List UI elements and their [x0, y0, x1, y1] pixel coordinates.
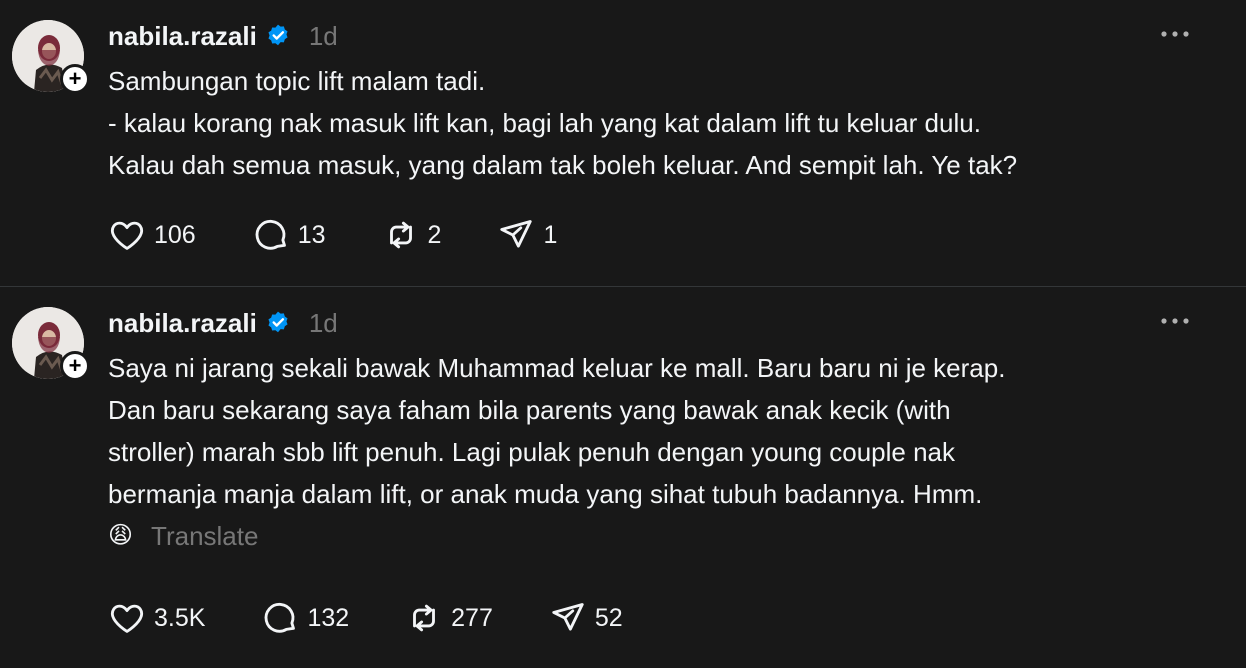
post-text-line: Sambungan topic lift malam tadi.	[108, 66, 486, 96]
like-count: 3.5K	[154, 603, 206, 632]
like-button[interactable]: 106	[108, 216, 196, 254]
reply-button[interactable]: 13	[252, 216, 326, 254]
repost-icon	[413, 604, 436, 632]
post-header: nabila.razali 1d	[108, 303, 338, 343]
username[interactable]: nabila.razali	[108, 308, 257, 339]
verified-badge-icon	[268, 24, 288, 46]
reply-button[interactable]: 132	[261, 599, 349, 637]
post-body: Sambungan topic lift malam tadi. - kalau…	[108, 60, 1218, 186]
avatar-container[interactable]: +	[12, 307, 90, 381]
post: + nabila.razali 1d Saya ni jarang sekali…	[0, 287, 1246, 668]
translate-row: 😩 Translate	[108, 515, 1218, 557]
verified-badge-icon	[268, 311, 288, 333]
post-time: 1d	[308, 20, 338, 51]
share-button[interactable]: 52	[549, 599, 623, 637]
weary-face-emoji: 😩	[108, 522, 134, 549]
like-button[interactable]: 3.5K	[108, 599, 205, 637]
reply-bubble-icon	[265, 602, 296, 633]
follow-plus-icon[interactable]: +	[60, 64, 90, 94]
repost-button[interactable]: 2	[382, 216, 442, 254]
post-text-line: Dan baru sekarang saya faham bila parent…	[108, 395, 951, 425]
post-actions: 3.5K 132 277 52	[108, 598, 679, 638]
repost-button[interactable]: 277	[405, 599, 493, 637]
share-count: 52	[594, 603, 623, 632]
post-header: nabila.razali 1d	[108, 16, 338, 56]
thread-feed: + nabila.razali 1d Sambungan topic lift …	[0, 0, 1246, 668]
reply-count: 13	[297, 220, 326, 249]
share-send-icon	[552, 603, 584, 631]
heart-icon	[110, 604, 144, 633]
share-send-icon	[500, 220, 533, 248]
post-text-line: bermanja manja dalam lift, or anak muda …	[108, 479, 983, 509]
post-body: Saya ni jarang sekali bawak Muhammad kel…	[108, 347, 1218, 557]
share-button[interactable]: 1	[497, 216, 557, 254]
reply-count: 132	[307, 603, 350, 632]
repost-icon	[389, 221, 412, 249]
repost-count: 2	[427, 220, 442, 249]
follow-plus-icon[interactable]: +	[60, 351, 90, 381]
post: + nabila.razali 1d Sambungan topic lift …	[0, 0, 1246, 286]
post-text-line: Saya ni jarang sekali bawak Muhammad kel…	[108, 353, 1006, 383]
translate-link[interactable]: Translate	[151, 515, 258, 557]
username[interactable]: nabila.razali	[108, 21, 257, 52]
more-options-icon[interactable]	[1160, 315, 1190, 327]
heart-icon	[110, 221, 144, 250]
avatar-container[interactable]: +	[12, 20, 90, 94]
more-options-icon[interactable]	[1160, 28, 1190, 40]
reply-bubble-icon	[255, 219, 286, 250]
repost-count: 277	[451, 603, 493, 632]
post-text-line: stroller) marah sbb lift penuh. Lagi pul…	[108, 437, 956, 467]
post-text-line: Kalau dah semua masuk, yang dalam tak bo…	[108, 150, 1018, 180]
like-count: 106	[154, 220, 196, 249]
post-text-line: - kalau korang nak masuk lift kan, bagi …	[108, 108, 981, 138]
share-count: 1	[543, 220, 558, 249]
post-time: 1d	[308, 307, 338, 338]
post-actions: 106 13 2 1	[108, 215, 613, 255]
